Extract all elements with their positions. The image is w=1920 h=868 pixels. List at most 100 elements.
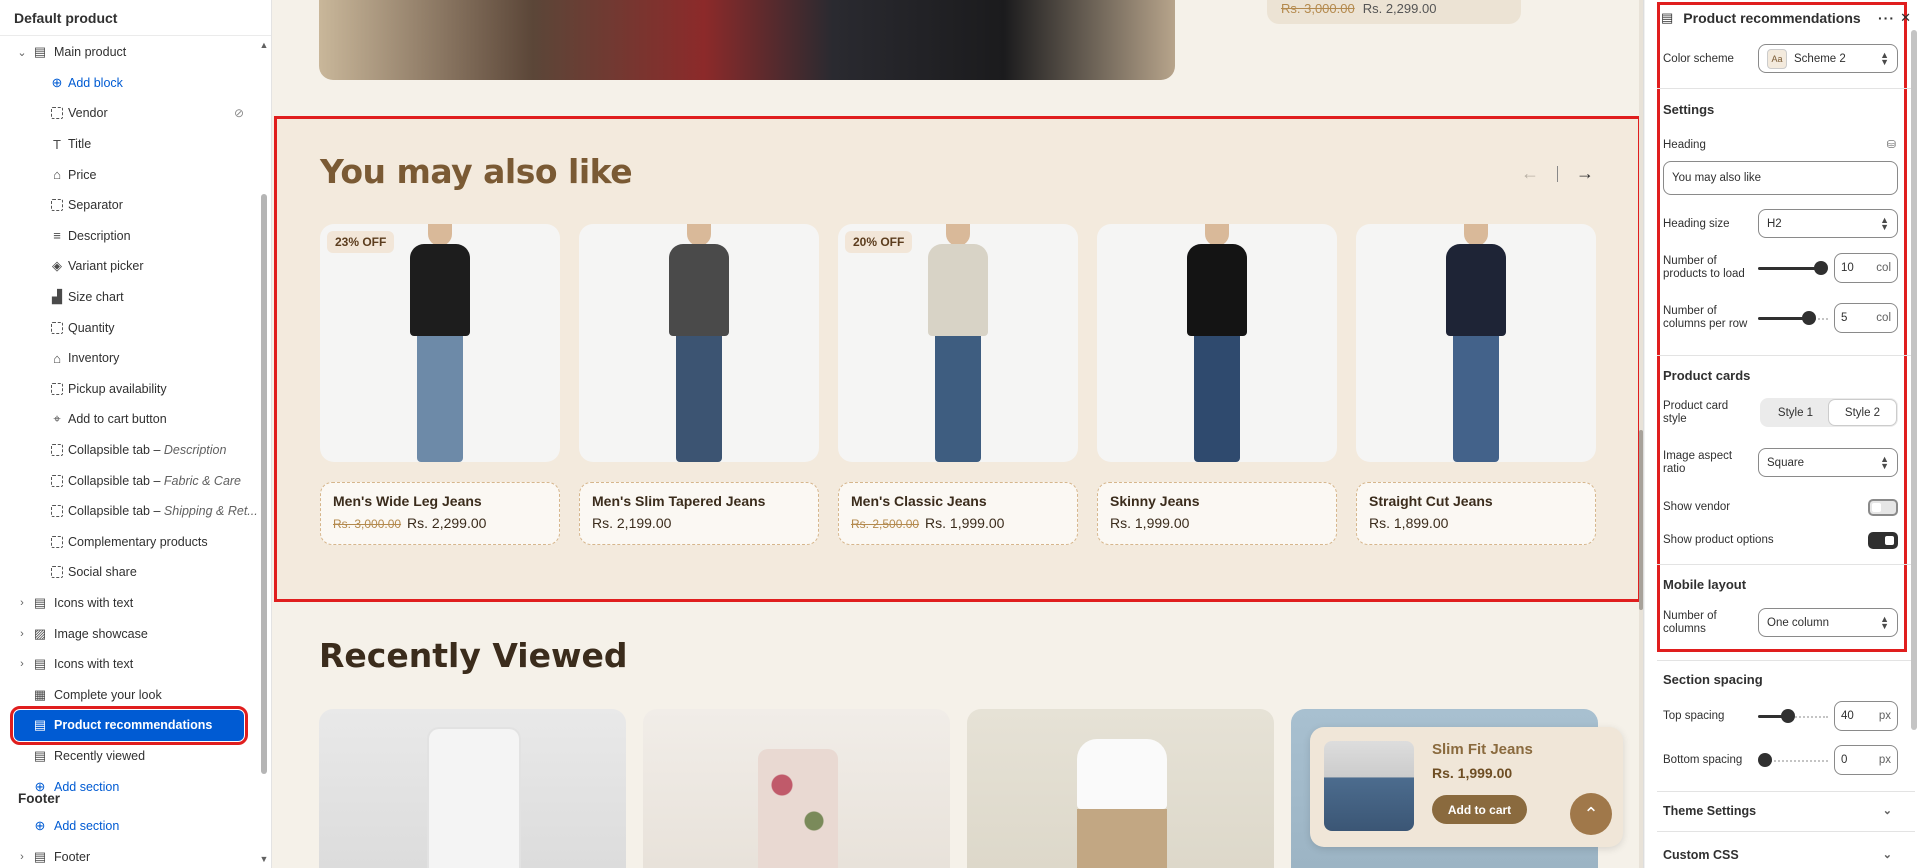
product-image[interactable]: 23% OFF bbox=[320, 224, 560, 462]
recent-product-image[interactable] bbox=[319, 709, 626, 868]
card-style-segmented[interactable]: Style 1 Style 2 bbox=[1760, 398, 1898, 427]
sidebar-item[interactable]: › ▤ Icons with text bbox=[0, 588, 258, 619]
top-spacing-slider[interactable] bbox=[1758, 708, 1828, 724]
heading-input[interactable]: You may also like bbox=[1663, 161, 1898, 195]
sidebar-item[interactable]: ⌄ ▤ Main product bbox=[0, 37, 258, 68]
show-options-toggle[interactable] bbox=[1868, 532, 1898, 549]
product-card[interactable]: 20% OFF Men's Classic Jeans Rs. 2,500.00 Rs… bbox=[838, 224, 1078, 545]
product-price: Rs. 2,500.00 Rs. 1,999.00 bbox=[851, 515, 1065, 531]
product-name[interactable]: Men's Wide Leg Jeans bbox=[333, 493, 547, 509]
sidebar-item-label: Add section bbox=[54, 779, 120, 794]
dynamic-source-icon[interactable]: ⛁ bbox=[1887, 138, 1896, 151]
chevron-right-icon[interactable]: › bbox=[16, 628, 28, 640]
recent-product-image[interactable] bbox=[967, 709, 1274, 868]
product-card[interactable]: Skinny Jeans Rs. 1,999.00 bbox=[1097, 224, 1337, 545]
product-image[interactable]: 20% OFF bbox=[838, 224, 1078, 462]
product-image[interactable] bbox=[1097, 224, 1337, 462]
scroll-down-icon[interactable]: ▼ bbox=[258, 854, 270, 864]
sidebar-scrollbar[interactable]: ▲ ▼ bbox=[258, 36, 270, 868]
settings-scrollbar[interactable] bbox=[1908, 0, 1920, 868]
product-image[interactable] bbox=[1356, 224, 1596, 462]
sidebar-item[interactable]: T Title bbox=[0, 129, 258, 160]
sidebar-item[interactable]: Vendor ⊘ bbox=[0, 98, 258, 129]
theme-settings-accordion[interactable]: Theme Settings ⌄ bbox=[1663, 804, 1898, 818]
add-item-button[interactable]: ⊕ Add section bbox=[0, 811, 258, 842]
products-to-load-slider[interactable] bbox=[1758, 260, 1828, 276]
arrow-right-icon[interactable]: → bbox=[1576, 163, 1594, 184]
sidebar-item[interactable]: › ▤ Icons with text bbox=[0, 649, 258, 680]
scroll-up-icon[interactable]: ▲ bbox=[258, 40, 270, 50]
sidebar-item[interactable]: Separator bbox=[0, 190, 258, 221]
sidebar-item-sublabel: Shipping & Ret... bbox=[163, 504, 258, 519]
show-vendor-toggle[interactable] bbox=[1868, 499, 1898, 516]
heading-size-select[interactable]: H2 ▲ ▼ bbox=[1758, 209, 1898, 238]
sidebar-item[interactable]: ▤ Recently viewed bbox=[0, 741, 258, 772]
products-to-load-input[interactable]: 10 col bbox=[1834, 253, 1898, 283]
sidebar-item[interactable]: Collapsible tab – Fabric & Care bbox=[0, 465, 258, 496]
recent-product-image[interactable] bbox=[643, 709, 950, 868]
sidebar-item[interactable]: › ▤ Footer bbox=[0, 842, 258, 868]
scheme-swatch-icon: Aa bbox=[1767, 48, 1787, 69]
top-spacing-input[interactable]: 40 px bbox=[1834, 701, 1898, 731]
sidebar-item[interactable]: ≡ Description bbox=[0, 221, 258, 252]
product-name[interactable]: Men's Slim Tapered Jeans bbox=[592, 493, 806, 509]
sidebar-item[interactable]: Social share bbox=[0, 557, 258, 588]
product-name[interactable]: Skinny Jeans bbox=[1110, 493, 1324, 509]
slider-handle[interactable] bbox=[1781, 709, 1795, 723]
arrow-left-icon[interactable]: ← bbox=[1521, 163, 1539, 184]
products-to-load-label: Number of products to load bbox=[1663, 255, 1745, 280]
color-scheme-select[interactable]: Aa Scheme 2 ▲ ▼ bbox=[1758, 44, 1898, 73]
sidebar-item[interactable]: Complementary products bbox=[0, 527, 258, 558]
product-card[interactable]: Straight Cut Jeans Rs. 1,899.00 bbox=[1356, 224, 1596, 545]
product-recommendations-section[interactable]: You may also like ← → 23% OFF Men's Wide … bbox=[274, 116, 1641, 602]
sidebar-item[interactable]: ▦ Complete your look bbox=[0, 679, 258, 710]
sidebar-item[interactable]: ⌂ Price bbox=[0, 159, 258, 190]
card-style-option-selected[interactable]: Style 2 bbox=[1829, 400, 1896, 425]
scroll-to-top-icon[interactable]: ⌃ bbox=[1570, 793, 1612, 835]
product-card[interactable]: Men's Slim Tapered Jeans Rs. 2,199.00 bbox=[579, 224, 819, 545]
bottom-spacing-input[interactable]: 0 px bbox=[1834, 745, 1898, 775]
recently-viewed-heading: Recently Viewed bbox=[319, 636, 628, 675]
chevron-right-icon[interactable]: › bbox=[16, 851, 28, 863]
product-card[interactable]: 23% OFF Men's Wide Leg Jeans Rs. 3,000.00 R… bbox=[320, 224, 560, 545]
product-name[interactable]: Straight Cut Jeans bbox=[1369, 493, 1583, 509]
sidebar-item[interactable]: › ▨ Image showcase bbox=[0, 618, 258, 649]
scrollbar-thumb[interactable] bbox=[261, 194, 267, 774]
grid-icon: ▦ bbox=[33, 686, 47, 702]
chevron-down-icon[interactable]: ⌄ bbox=[16, 46, 28, 59]
slider-handle[interactable] bbox=[1802, 311, 1816, 325]
product-image[interactable] bbox=[579, 224, 819, 462]
sidebar-item[interactable]: Collapsible tab – Description bbox=[0, 435, 258, 466]
scrollbar-thumb[interactable] bbox=[1639, 430, 1643, 610]
custom-css-accordion[interactable]: Custom CSS ⌄ bbox=[1663, 848, 1898, 862]
slider-handle[interactable] bbox=[1758, 753, 1772, 767]
chevron-right-icon[interactable]: › bbox=[16, 658, 28, 670]
mobile-columns-select[interactable]: One column ▲ ▼ bbox=[1758, 608, 1898, 637]
sidebar-item[interactable]: ⌖ Add to cart button bbox=[0, 404, 258, 435]
sidebar-item[interactable]: Collapsible tab – Shipping & Ret... bbox=[0, 496, 258, 527]
more-options-icon[interactable]: ··· bbox=[1878, 10, 1895, 26]
divider bbox=[1657, 355, 1915, 356]
sidebar-item[interactable]: ⌂ Inventory bbox=[0, 343, 258, 374]
columns-per-row-input[interactable]: 5 col bbox=[1834, 303, 1898, 333]
add-item-button[interactable]: ⊕ Add block bbox=[0, 68, 258, 99]
add-to-cart-button[interactable]: Add to cart bbox=[1432, 795, 1527, 824]
bottom-spacing-slider[interactable] bbox=[1758, 752, 1828, 768]
columns-per-row-slider[interactable] bbox=[1758, 310, 1828, 326]
sidebar-item-product-recommendations[interactable]: ▤ Product recommendations bbox=[10, 706, 248, 745]
sidebar-item[interactable]: Quantity bbox=[0, 312, 258, 343]
select-caret-icon: ▲ ▼ bbox=[1880, 214, 1889, 232]
aspect-ratio-select[interactable]: Square ▲ ▼ bbox=[1758, 448, 1898, 477]
product-name[interactable]: Men's Classic Jeans bbox=[851, 493, 1065, 509]
sidebar-item-label: Product recommendations bbox=[54, 718, 213, 733]
sidebar-item[interactable]: ▟ Size chart bbox=[0, 282, 258, 313]
card-style-option[interactable]: Style 1 bbox=[1762, 400, 1829, 425]
preview-scrollbar[interactable] bbox=[1639, 0, 1643, 868]
product-compare-price: Rs. 2,500.00 bbox=[851, 517, 920, 531]
chevron-right-icon[interactable]: › bbox=[16, 597, 28, 609]
scrollbar-thumb[interactable] bbox=[1911, 30, 1917, 730]
eye-off-icon[interactable]: ⊘ bbox=[234, 106, 244, 120]
sidebar-item[interactable]: Pickup availability bbox=[0, 374, 258, 405]
slider-handle[interactable] bbox=[1814, 261, 1828, 275]
sidebar-item[interactable]: ◈ Variant picker bbox=[0, 251, 258, 282]
